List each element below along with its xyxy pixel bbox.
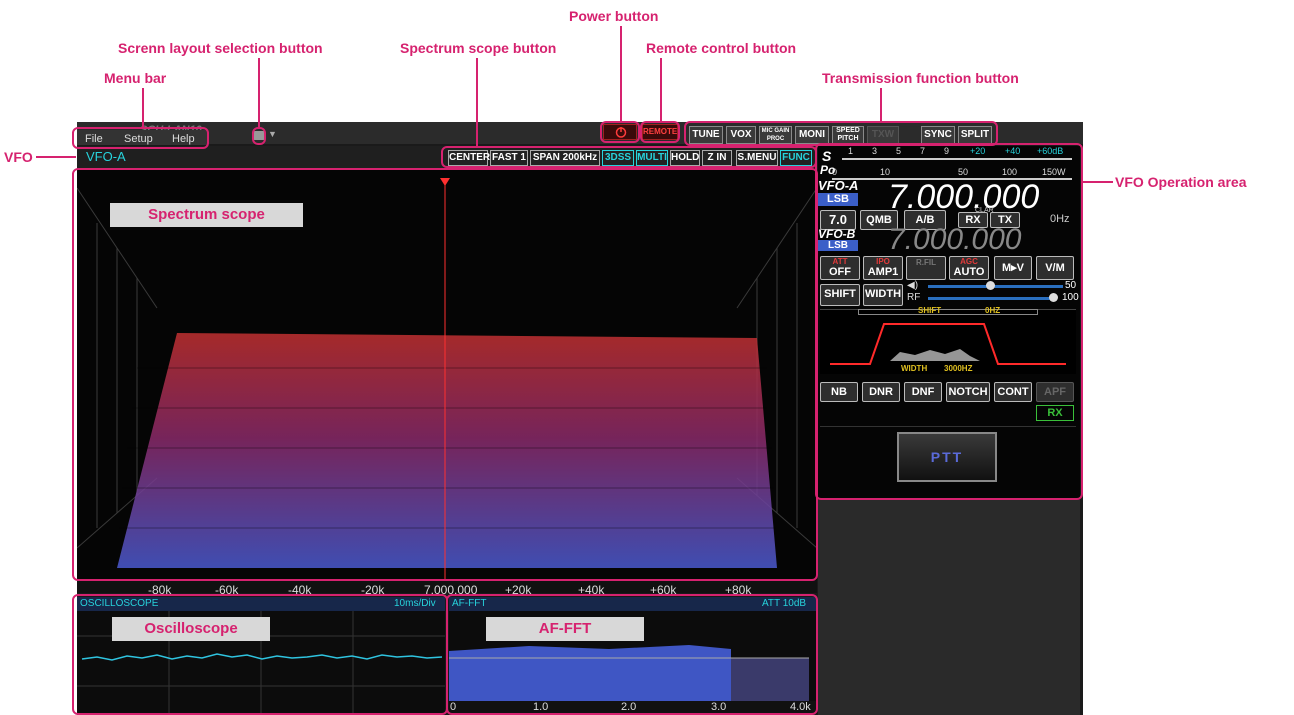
scope-buttons-highlight <box>441 146 817 168</box>
remote-highlight <box>640 121 680 143</box>
chevron-down-icon[interactable]: ▼ <box>268 129 277 139</box>
callout-menu: Menu bar <box>104 70 167 86</box>
callout-line <box>880 88 882 121</box>
callout-line <box>660 58 662 121</box>
affft-highlight <box>446 594 818 715</box>
callout-line <box>36 156 76 158</box>
callout-layout: Screnn layout selection button <box>118 40 323 56</box>
oscilloscope-highlight <box>72 594 448 715</box>
callout-line <box>476 58 478 146</box>
callout-scope-button: Spectrum scope button <box>400 40 557 56</box>
callout-remote: Remote control button <box>646 40 797 56</box>
vfo-label: VFO-A <box>86 149 126 164</box>
vfo-op-highlight <box>815 143 1083 500</box>
callout-line <box>620 26 622 121</box>
menu-bar-highlight <box>72 127 209 149</box>
power-highlight <box>600 121 640 143</box>
callout-line <box>258 58 260 128</box>
right-empty-panel <box>818 500 1080 715</box>
callout-vfo-op: VFO Operation area <box>1115 174 1247 190</box>
callout-tx: Transmission function button <box>822 70 1019 86</box>
callout-line <box>1083 181 1113 183</box>
callout-vfo: VFO <box>4 149 33 165</box>
layout-button-highlight <box>252 127 266 145</box>
callout-power: Power button <box>569 8 659 24</box>
spectrum-highlight <box>72 168 818 581</box>
callout-line <box>142 88 144 128</box>
